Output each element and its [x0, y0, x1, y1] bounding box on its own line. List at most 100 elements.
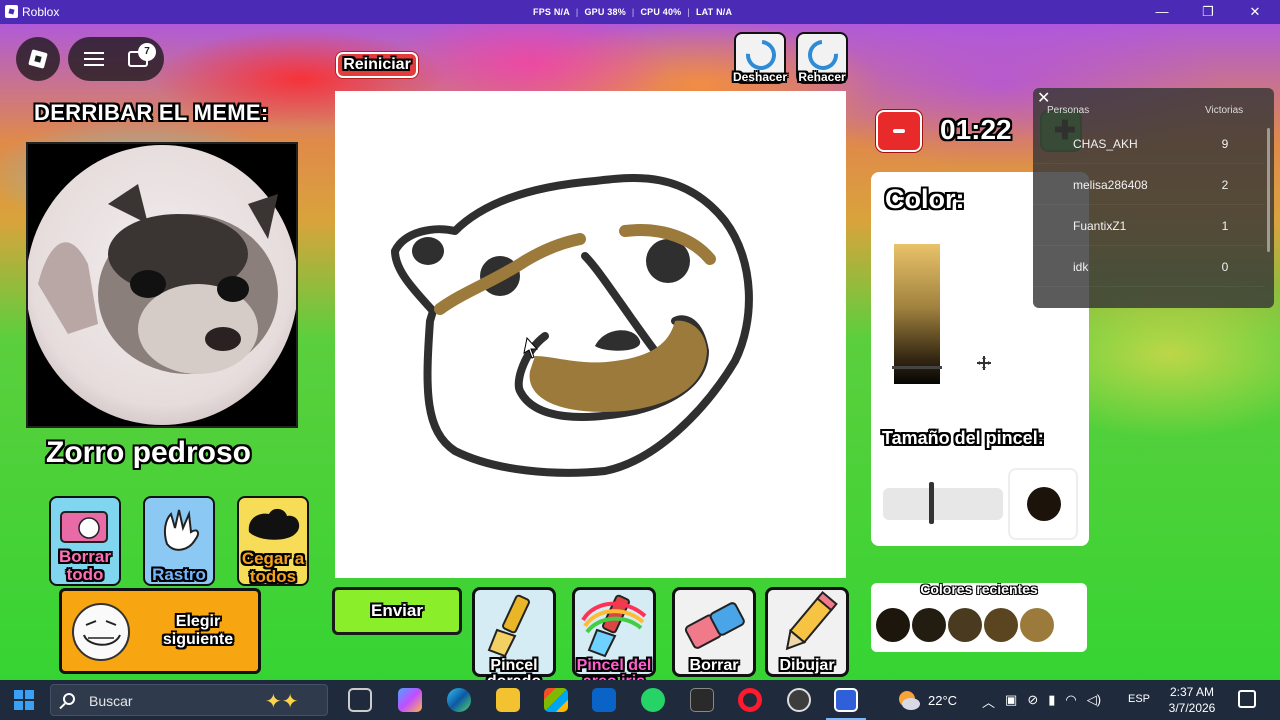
leaderboard-row[interactable]: melisa286408 2 — [1033, 165, 1265, 205]
drawing-canvas[interactable] — [335, 91, 846, 578]
recent-colors-title: Colores recientes — [920, 581, 1038, 597]
move-cursor-icon — [977, 356, 991, 370]
leaderboard-row[interactable]: FuantixZ1 1 — [1033, 206, 1265, 246]
hamburger-menu-icon[interactable] — [84, 52, 104, 66]
leaderboard-wins-header: Victorias — [1205, 105, 1244, 116]
battery-icon[interactable]: ▮ — [1048, 692, 1055, 711]
notification-center-icon[interactable] — [1238, 690, 1256, 708]
brush-preview — [1008, 468, 1078, 540]
clear-all-label: Borrar todo — [59, 547, 111, 584]
leaderboard-row[interactable]: idk 0 — [1033, 247, 1265, 287]
recent-color-swatch[interactable] — [984, 608, 1018, 642]
volume-icon[interactable]: ◁) — [1087, 692, 1101, 711]
redo-button[interactable]: Rehacer — [796, 32, 848, 84]
rainbow-brush-icon — [581, 594, 647, 658]
chevron-up-icon[interactable]: ︿ — [982, 692, 995, 711]
network-icon[interactable]: ⊘ — [1027, 692, 1038, 711]
microsoft-store-icon[interactable] — [544, 688, 568, 712]
brush-size-title: Tamaño del pincel: — [882, 428, 1044, 448]
rainbow-brush-tool[interactable]: Pincel del arco iris — [572, 587, 656, 680]
minus-icon — [893, 129, 905, 133]
gold-brush-icon — [487, 594, 530, 658]
undo-button[interactable]: Deshacer — [733, 32, 787, 84]
recent-colors-panel: Colores recientes — [871, 581, 1087, 652]
meme-image — [26, 142, 298, 428]
restore-button[interactable]: ❐ — [1188, 2, 1228, 22]
roblox-taskbar-icon[interactable] — [834, 688, 858, 712]
recent-color-swatch[interactable] — [1020, 608, 1054, 642]
roblox-logo-icon — [28, 49, 48, 69]
file-explorer-icon[interactable] — [496, 688, 520, 712]
roblox-menu-button[interactable] — [16, 37, 60, 81]
player-wins: 1 — [1221, 219, 1229, 233]
color-title: Color: — [885, 184, 965, 214]
close-window-button[interactable]: ✕ — [1235, 2, 1275, 22]
temperature: 22°C — [928, 693, 958, 708]
task-view-icon[interactable] — [348, 688, 372, 712]
blind-all-label: Cegar a todos — [241, 549, 305, 586]
edge-browser-icon[interactable] — [447, 688, 471, 712]
draw-tool[interactable]: Dibujar — [765, 587, 849, 677]
brush-size-slider[interactable] — [883, 482, 1003, 524]
wifi-icon[interactable]: ◠ — [1065, 692, 1076, 711]
round-timer: 01:22 — [940, 114, 1012, 145]
outlook-icon[interactable] — [592, 688, 616, 712]
obs-studio-icon[interactable] — [787, 688, 811, 712]
raccoon-image — [26, 144, 298, 426]
gold-brush-tool[interactable]: Pincel dorado — [472, 587, 556, 680]
leaderboard: ✕ Personas Victorias CHAS_AKH 9 melisa28… — [1033, 88, 1274, 308]
copilot-app-icon[interactable] — [398, 688, 422, 712]
tray-app-icon[interactable]: ▣ — [1005, 692, 1017, 711]
reset-button[interactable]: Reiniciar — [336, 52, 418, 78]
color-slider-knob[interactable] — [892, 366, 942, 369]
clear-all-power-button[interactable]: Borrar todo — [49, 496, 121, 586]
gold-brush-label: Pincel dorado — [487, 657, 541, 681]
brush-size-thumb[interactable] — [929, 482, 934, 524]
minimize-button[interactable]: — — [1142, 2, 1182, 22]
pencil-icon — [785, 590, 838, 651]
pick-next-button[interactable]: Elegir siguiente — [59, 588, 261, 674]
hand-trail-icon — [163, 509, 199, 551]
player-wins: 0 — [1221, 260, 1229, 274]
search-placeholder: Buscar — [89, 693, 133, 709]
minus-time-button[interactable] — [876, 110, 922, 152]
player-name: idk — [1073, 260, 1089, 274]
blind-all-power-button[interactable]: Cegar a todos — [237, 496, 309, 586]
system-clock[interactable]: 2:37 AM 3/7/2026 — [1162, 684, 1222, 716]
erase-label: Borrar — [689, 657, 739, 674]
windows-logo-icon — [14, 690, 23, 699]
recent-color-swatch[interactable] — [912, 608, 946, 642]
leaderboard-row[interactable]: CHAS_AKH 9 — [1033, 124, 1265, 164]
send-button[interactable]: Enviar — [332, 587, 462, 635]
draw-label: Dibujar — [779, 657, 835, 674]
weather-icon[interactable] — [896, 687, 922, 713]
redo-label: Rehacer — [798, 70, 846, 84]
start-button[interactable] — [14, 690, 34, 710]
leaderboard-people-header: Personas — [1047, 105, 1090, 116]
performance-stats: FPS N/A | GPU 38% | CPU 40% | LAT N/A — [533, 7, 733, 17]
fps-stat: FPS N/A — [533, 7, 570, 17]
whatsapp-icon[interactable] — [641, 688, 665, 712]
sketch-drawing — [391, 173, 753, 477]
erase-tool[interactable]: Borrar — [672, 587, 756, 677]
meme-name: Zorro pedroso — [46, 436, 252, 469]
opera-icon[interactable] — [738, 688, 762, 712]
player-name: melisa286408 — [1073, 178, 1148, 192]
player-name: CHAS_AKH — [1073, 137, 1138, 151]
taskbar-search[interactable]: Buscar ✦✦ — [50, 684, 328, 716]
leaderboard-scrollbar[interactable] — [1267, 128, 1270, 252]
clock-date: 3/7/2026 — [1168, 701, 1216, 715]
input-language[interactable]: ESP — [1128, 693, 1150, 705]
search-icon — [63, 693, 75, 705]
epic-games-icon[interactable] — [690, 688, 714, 712]
recent-color-swatch[interactable] — [948, 608, 982, 642]
trail-label: Rastro — [152, 565, 206, 584]
game-viewport: 7 DERRIBAR EL MEME: Zorro pedroso Borrar… — [0, 24, 1280, 680]
recent-color-swatch[interactable] — [876, 608, 910, 642]
color-brightness-slider[interactable] — [892, 244, 942, 384]
player-name: FuantixZ1 — [1073, 219, 1127, 233]
trail-power-button[interactable]: Rastro — [143, 496, 215, 586]
eraser-icon — [684, 602, 745, 649]
rainbow-brush-label: Pincel del arco iris — [576, 657, 652, 681]
clock-time: 2:37 AM — [1169, 685, 1215, 699]
